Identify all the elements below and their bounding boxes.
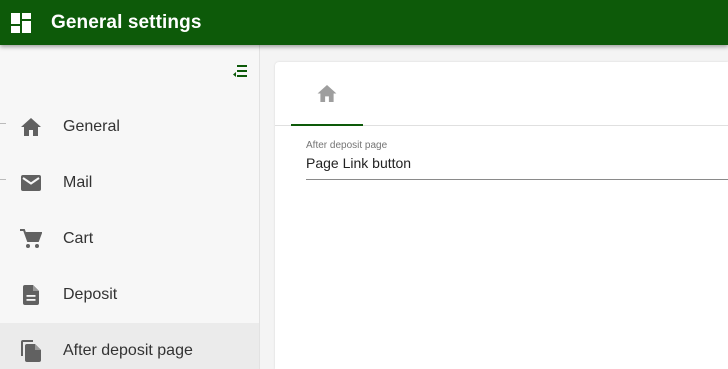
after-deposit-page-field: After deposit page	[306, 140, 728, 180]
sidebar-item-cart[interactable]: Cart	[0, 211, 259, 267]
page-title: General settings	[51, 11, 202, 33]
after-deposit-page-input[interactable]	[306, 155, 726, 171]
sidebar-item-label: After deposit page	[63, 342, 193, 359]
sidebar: General Mail Cart Deposit After deposit …	[0, 45, 260, 369]
document-icon	[19, 283, 43, 307]
app-bar: General settings	[0, 0, 728, 45]
sidebar-item-after-deposit-page[interactable]: After deposit page	[0, 323, 259, 369]
sidebar-item-mail[interactable]: Mail	[0, 155, 259, 211]
field-label: After deposit page	[306, 140, 388, 151]
content-card: After deposit page	[275, 62, 728, 369]
sidebar-item-label: Deposit	[63, 286, 118, 303]
home-icon	[317, 84, 337, 102]
sidebar-item-label: Cart	[63, 230, 94, 247]
tab-home[interactable]	[291, 62, 363, 126]
dashboard-icon	[10, 12, 32, 34]
tab-bar	[275, 62, 728, 126]
sidebar-item-deposit[interactable]: Deposit	[0, 267, 259, 323]
home-icon	[19, 115, 43, 139]
cart-icon	[19, 227, 43, 251]
sidebar-item-general[interactable]: General	[0, 99, 259, 155]
sidebar-item-label: General	[63, 118, 120, 135]
sidebar-item-label: Mail	[63, 174, 93, 191]
mail-icon	[19, 171, 43, 195]
copy-file-icon	[19, 339, 43, 363]
menu-collapse-icon[interactable]	[230, 61, 250, 81]
